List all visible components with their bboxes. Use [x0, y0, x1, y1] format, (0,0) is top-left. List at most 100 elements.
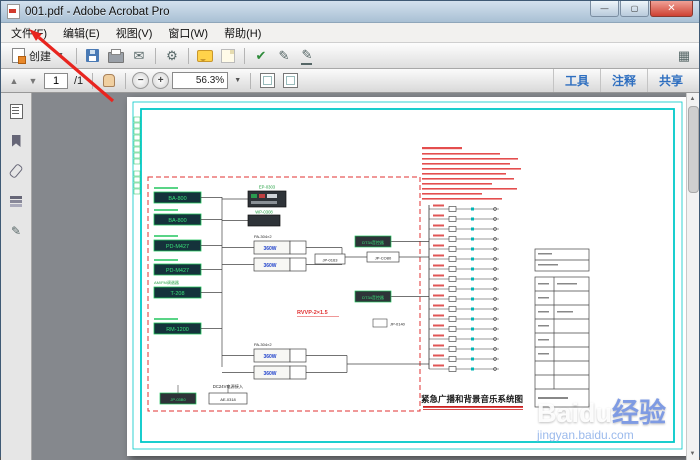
attachments-button[interactable] [7, 163, 25, 179]
scroll-up-arrow[interactable]: ▲ [687, 93, 698, 105]
page-total-label: /1 [74, 74, 84, 87]
equipment-label: PD-M427 [166, 268, 189, 274]
window-controls: — ▢ ✕ [589, 1, 693, 17]
toolbar-separator [125, 72, 127, 89]
document-view[interactable]: BA-800 BA-800 PD-M427 PD-M427 AM/FM调谐器 T… [32, 93, 686, 460]
customize-grid-icon: ▦ [677, 47, 691, 63]
paperclip-icon [8, 163, 24, 179]
zoom-in-button[interactable]: + [152, 72, 170, 89]
menu-bar: 文件(F) 编辑(E) 视图(V) 窗口(W) 帮助(H) [1, 23, 699, 43]
signatures-button[interactable]: ✎ [7, 223, 25, 239]
signature-icon: ✎ [301, 47, 313, 65]
maximize-button[interactable]: ▢ [620, 1, 649, 17]
equipment-label: EP-0303 [259, 185, 276, 190]
zoom-dropdown-button[interactable]: ▼ [231, 72, 244, 89]
create-button-label: 创建 [29, 50, 51, 63]
equipment-label: 360W [263, 263, 276, 269]
email-icon: ✉ [133, 47, 145, 63]
stamp-button[interactable]: ✔ [251, 46, 271, 66]
tools-panel-button[interactable]: 工具 [552, 69, 600, 92]
signature-pen-icon: ✎ [10, 224, 22, 238]
fit-page-button[interactable] [280, 71, 300, 91]
menu-item-help[interactable]: 帮助(H) [216, 23, 269, 43]
cable-label: RVVP-2×1.5 [297, 310, 328, 316]
menu-item-window[interactable]: 窗口(W) [160, 23, 216, 43]
hand-tool-button[interactable] [99, 71, 119, 91]
share-panel-button[interactable]: 共享 [646, 69, 694, 92]
zoom-level-value[interactable]: 56.3% [172, 72, 229, 89]
create-button[interactable]: 创建 ▼ [6, 45, 70, 67]
layers-button[interactable] [7, 193, 25, 209]
fit-width-button[interactable] [257, 71, 277, 91]
equipment-label: WP-0308 [255, 210, 273, 215]
layers-icon [10, 195, 22, 199]
amp-group-label: PA-304×2 [254, 342, 272, 347]
page-thumbnails-button[interactable] [7, 103, 25, 119]
scrollbar-thumb[interactable] [688, 106, 699, 193]
equipment-label: JP-0163 [323, 258, 339, 263]
customize-toolbar-button[interactable]: ▦ [674, 46, 694, 66]
page-number-input[interactable] [44, 72, 68, 89]
toolbar-separator [187, 47, 189, 64]
vertical-scrollbar[interactable]: ▲ ▼ [686, 93, 699, 460]
menu-item-edit[interactable]: 编辑(E) [55, 23, 108, 43]
navigation-pane: ✎ [1, 93, 32, 460]
menu-item-view[interactable]: 视图(V) [108, 23, 161, 43]
bookmark-icon [11, 135, 21, 147]
amp-group-label: PA-304×2 [254, 234, 272, 239]
email-button[interactable]: ✉ [129, 46, 149, 66]
drawing-title: 紧急广播和背景音乐系统图 [421, 394, 523, 404]
panel-buttons: 工具 注释 共享 [552, 69, 694, 92]
hand-tool-icon [103, 74, 116, 87]
equipment-label: AM/FM调谐器 [154, 279, 179, 285]
menu-item-file[interactable]: 文件(F) [3, 23, 55, 43]
fit-page-icon [282, 73, 298, 88]
equipment-label: DT34音控器 [362, 239, 384, 245]
comment-button[interactable] [195, 46, 215, 66]
minimize-button[interactable]: — [590, 1, 619, 17]
settings-button[interactable]: ⚙ [162, 46, 182, 66]
previous-page-button[interactable]: ▲ [6, 73, 22, 89]
save-button[interactable] [83, 46, 103, 66]
pencil-tool-button[interactable]: ✎ [274, 46, 294, 66]
equipment-label: BA-800 [168, 218, 186, 224]
equipment-label: JP-CO80 [375, 256, 392, 261]
pdf-page: BA-800 BA-800 PD-M427 PD-M427 AM/FM调谐器 T… [127, 97, 686, 456]
toolbar-separator [243, 47, 245, 64]
toolbar-separator [154, 47, 156, 64]
page-thumbnails-icon [9, 103, 23, 119]
toolbar-separator [75, 47, 77, 64]
navigation-toolbar: ▲ ▼ /1 − + 56.3% ▼ 工具 注释 共享 [1, 69, 699, 93]
zoom-out-button[interactable]: − [132, 72, 150, 89]
print-button[interactable] [106, 46, 126, 66]
close-button[interactable]: ✕ [650, 1, 693, 17]
pdf-file-icon [7, 4, 20, 19]
toolbar-separator [92, 72, 94, 89]
equipment-label: JP-03B0 [170, 397, 186, 402]
equipment-label: 360W [263, 354, 276, 360]
title-bar: 001.pdf - Adobe Acrobat Pro — ▢ ✕ [1, 1, 699, 23]
equipment-label: DC24V电源接入 [213, 383, 244, 390]
main-toolbar: 创建 ▼ ✉ ⚙ ✔ ✎ ✎ ▦ [1, 43, 699, 69]
toolbar-separator [250, 72, 252, 89]
acrobat-window: 001.pdf - Adobe Acrobat Pro — ▢ ✕ 文件(F) … [0, 0, 700, 460]
equipment-label: PD-M427 [166, 244, 189, 250]
chevron-down-icon: ▼ [57, 52, 64, 59]
bookmarks-button[interactable] [7, 133, 25, 149]
equipment-label: DT34音控器 [362, 294, 384, 300]
scroll-down-arrow[interactable]: ▼ [687, 448, 698, 460]
cad-diagram: BA-800 BA-800 PD-M427 PD-M427 AM/FM调谐器 T… [132, 101, 683, 450]
gear-icon: ⚙ [166, 47, 178, 63]
content-area: ✎ BA-800 BA-800 PD-M427 PD-M427 AM/FM调谐器… [1, 93, 699, 460]
check-stamp-icon: ✔ [255, 47, 267, 63]
equipment-label: 360W [263, 246, 276, 252]
signature-button[interactable]: ✎ [297, 46, 317, 66]
equipment-label: JP-0140 [390, 322, 406, 327]
sticky-note-button[interactable] [218, 46, 238, 66]
print-icon [107, 49, 124, 63]
equipment-label: T-208 [170, 291, 184, 297]
comment-panel-button[interactable]: 注释 [599, 69, 647, 92]
sticky-note-icon [220, 48, 235, 63]
equipment-label: BA-800 [168, 196, 186, 202]
next-page-button[interactable]: ▼ [25, 73, 41, 89]
